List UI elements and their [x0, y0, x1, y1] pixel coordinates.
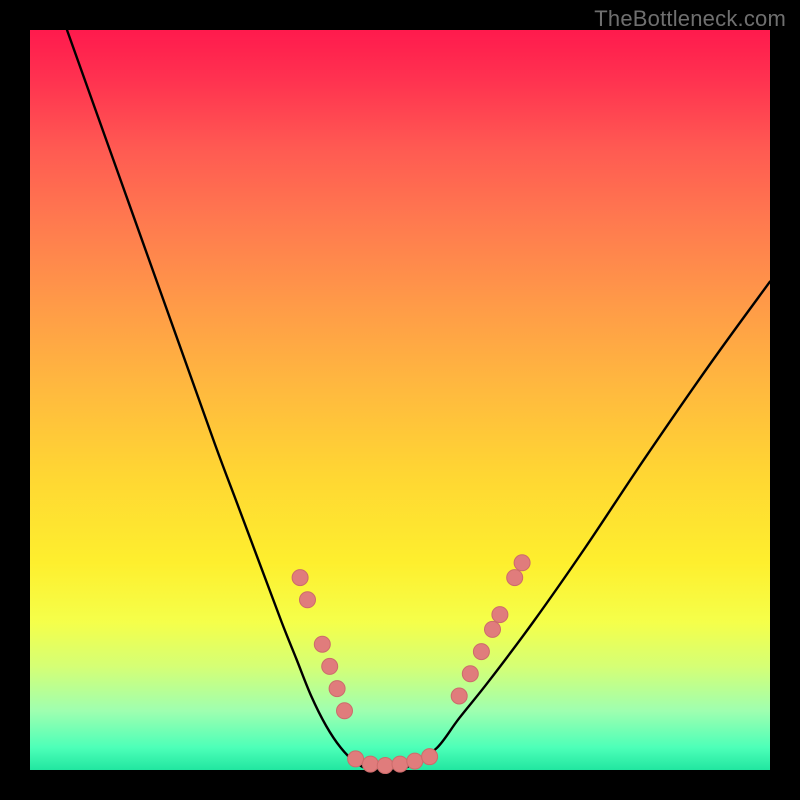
curve-markers	[292, 555, 530, 774]
bottleneck-curve-path	[67, 30, 770, 771]
chart-plot-area	[30, 30, 770, 770]
curve-marker	[329, 681, 345, 697]
bottleneck-curve-svg	[30, 30, 770, 770]
curve-marker	[422, 749, 438, 765]
curve-marker	[292, 570, 308, 586]
curve-marker	[507, 570, 523, 586]
curve-marker	[492, 607, 508, 623]
watermark-text: TheBottleneck.com	[594, 6, 786, 32]
curve-marker	[337, 703, 353, 719]
curve-marker	[322, 658, 338, 674]
curve-marker	[473, 644, 489, 660]
curve-marker	[348, 751, 364, 767]
curve-marker	[514, 555, 530, 571]
curve-marker	[407, 753, 423, 769]
curve-marker	[300, 592, 316, 608]
curve-marker	[392, 756, 408, 772]
curve-marker	[451, 688, 467, 704]
curve-marker	[362, 756, 378, 772]
curve-marker	[314, 636, 330, 652]
curve-marker	[485, 621, 501, 637]
curve-marker	[377, 758, 393, 774]
curve-marker	[462, 666, 478, 682]
